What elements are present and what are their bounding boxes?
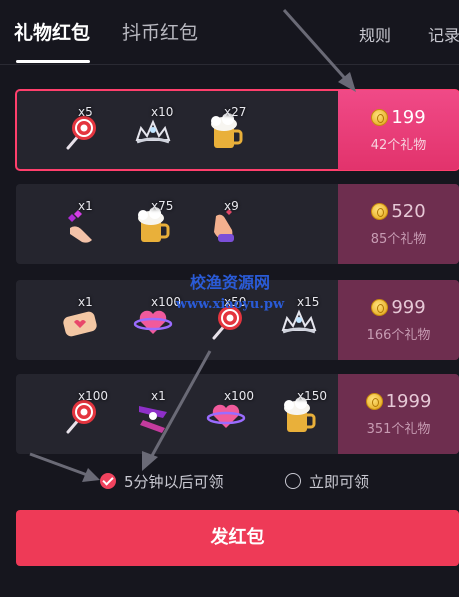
annotation-arrow bbox=[29, 452, 100, 482]
gift-item: x5 bbox=[46, 100, 116, 160]
annotation-arrow bbox=[142, 350, 212, 471]
gift-count: x75 bbox=[151, 199, 174, 213]
gift-count: x150 bbox=[297, 389, 328, 403]
gift-total: 351个礼物 bbox=[366, 422, 431, 437]
price-amount: 1999 bbox=[385, 390, 432, 412]
unchecked-radio-icon bbox=[285, 473, 301, 489]
price-panel: 999 166个礼物 bbox=[338, 280, 459, 360]
gift-count: x5 bbox=[78, 105, 93, 119]
watermark-line1: 校渔资源网 bbox=[189, 273, 270, 292]
tab-coin-red-packet[interactable]: 抖币红包 bbox=[122, 18, 198, 45]
package-card[interactable]: x5 x10 x27 199 42个礼物 bbox=[15, 89, 459, 171]
gift-count: x100 bbox=[78, 389, 109, 403]
watermark: 校渔资源网 www.xiaoyu.pw bbox=[150, 272, 310, 316]
coin-icon bbox=[371, 202, 389, 220]
rules-link[interactable]: 规则 bbox=[359, 22, 391, 46]
gift-item: x9 bbox=[192, 194, 262, 254]
gift-count: x1 bbox=[78, 199, 93, 213]
gift-total: 85个礼物 bbox=[370, 232, 427, 247]
package-card[interactable]: x1 x75 x9 520 85个礼物 bbox=[16, 184, 459, 264]
gift-item: x150 bbox=[265, 384, 335, 444]
coin-icon bbox=[371, 298, 389, 316]
gift-count: x1 bbox=[78, 295, 93, 309]
price-amount: 999 bbox=[391, 296, 426, 318]
price-panel: 199 42个礼物 bbox=[338, 90, 459, 170]
gift-item: x10 bbox=[119, 100, 189, 160]
active-tab-indicator bbox=[16, 60, 90, 63]
gift-count: x9 bbox=[224, 199, 239, 213]
option-label: 立即可领 bbox=[309, 472, 370, 491]
gift-item: x100 bbox=[46, 384, 116, 444]
gift-total: 166个礼物 bbox=[366, 328, 431, 343]
gift-count: x100 bbox=[224, 389, 255, 403]
gift-item: x27 bbox=[192, 100, 262, 160]
gift-item: x75 bbox=[119, 194, 189, 254]
price-panel: 520 85个礼物 bbox=[338, 184, 459, 264]
price-panel: 1999 351个礼物 bbox=[338, 374, 459, 454]
price-amount: 520 bbox=[391, 200, 426, 222]
claim-now-option[interactable]: 立即可领 bbox=[285, 468, 369, 494]
gift-item: x1 bbox=[46, 290, 116, 350]
gift-count: x10 bbox=[151, 105, 174, 119]
annotation-arrow bbox=[282, 9, 356, 92]
gift-total: 42个礼物 bbox=[370, 138, 427, 153]
tab-bar: 礼物红包 抖币红包 规则 记录 bbox=[0, 0, 459, 66]
package-card[interactable]: x100 x1 x100 x150 1999 351个礼物 bbox=[16, 374, 459, 454]
checked-radio-icon bbox=[100, 473, 116, 489]
tab-divider bbox=[0, 64, 459, 65]
watermark-line2: www.xiaoyu.pw bbox=[175, 297, 285, 312]
records-link[interactable]: 记录 bbox=[428, 22, 459, 46]
gift-count: x27 bbox=[224, 105, 247, 119]
coin-icon bbox=[365, 392, 383, 410]
coin-icon bbox=[371, 108, 389, 126]
tab-gift-red-packet[interactable]: 礼物红包 bbox=[14, 18, 90, 45]
send-red-packet-button[interactable]: 发红包 bbox=[16, 510, 459, 566]
price-amount: 199 bbox=[391, 106, 426, 128]
gift-item: x1 bbox=[46, 194, 116, 254]
